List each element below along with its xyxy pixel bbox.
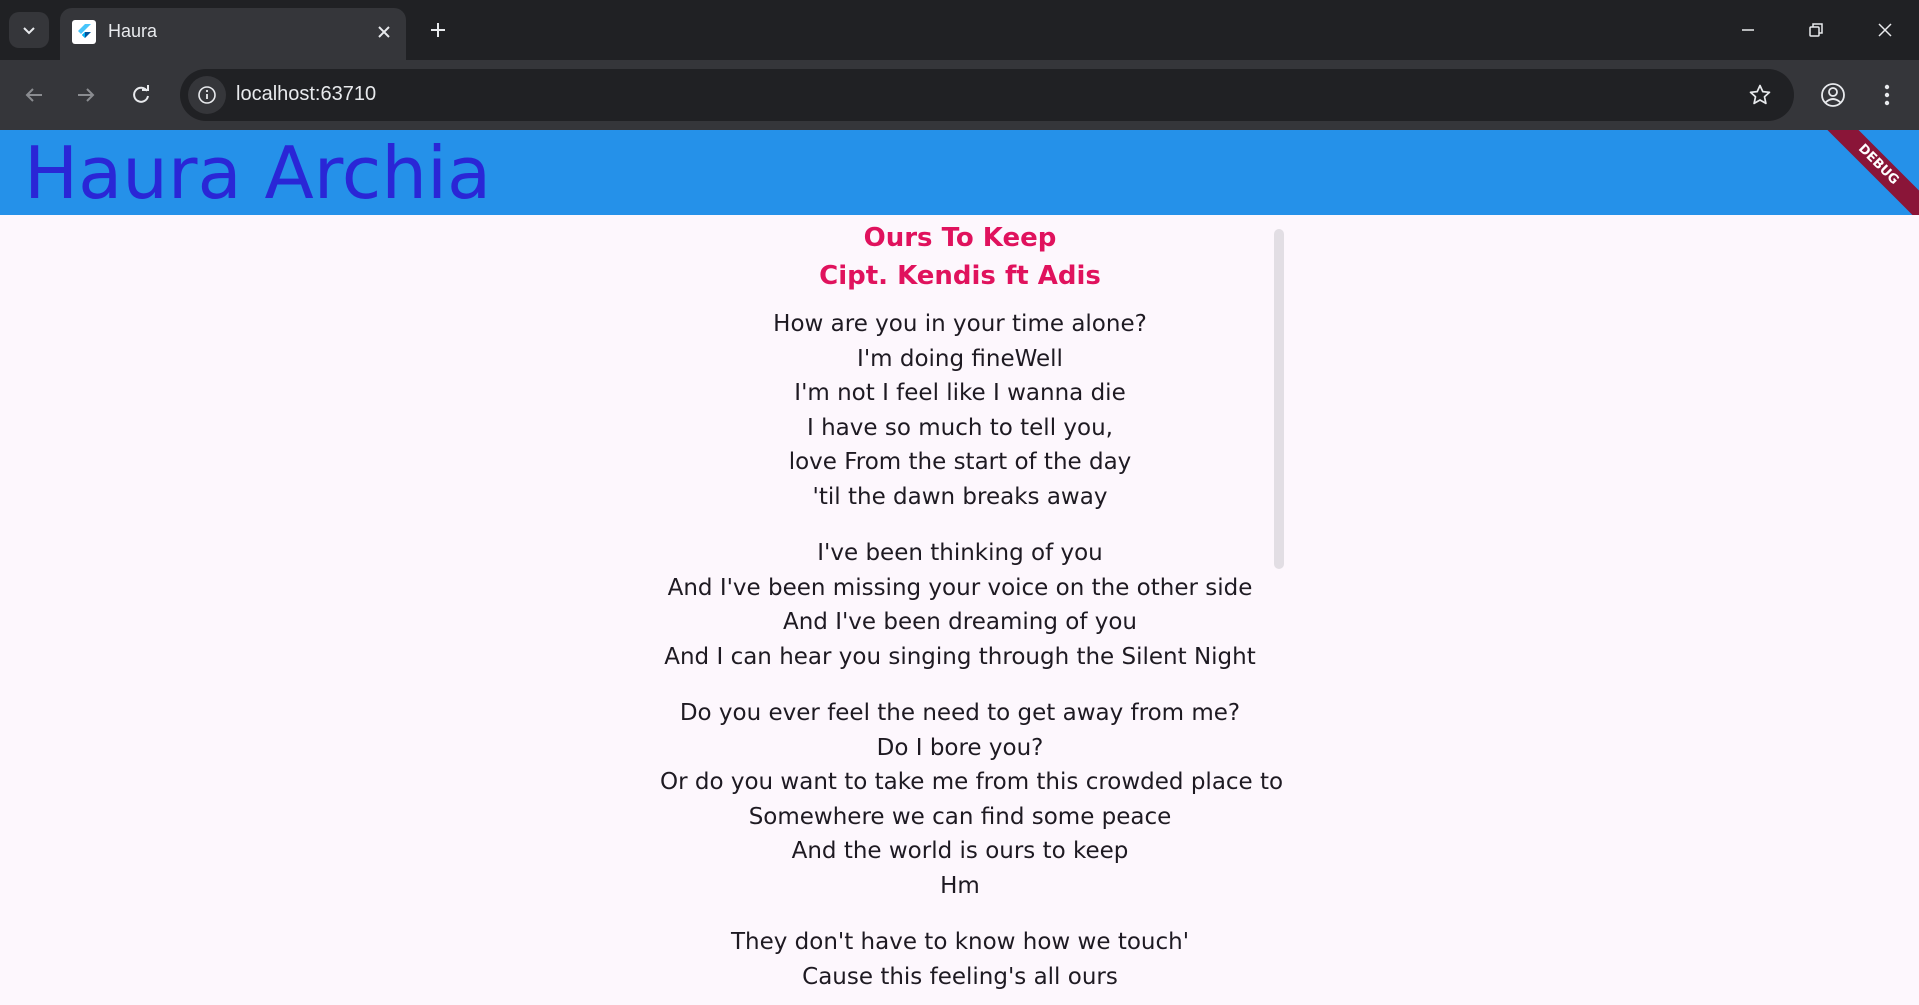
flutter-icon <box>72 20 96 44</box>
close-icon <box>1878 23 1892 37</box>
app-title: Haura Archia <box>24 131 492 215</box>
url-text[interactable]: localhost:63710 <box>236 83 376 106</box>
profile-button[interactable] <box>1813 75 1853 115</box>
restore-icon <box>1809 23 1823 37</box>
scrollbar-thumb[interactable] <box>1274 229 1284 569</box>
lyric-line: I'm not I feel like I wanna die <box>794 380 1126 406</box>
lyric-line: And I've been dreaming of you <box>782 609 1137 635</box>
lyric-line: Hm <box>940 872 980 899</box>
lyrics-stanza: I've been thinking of you And I've been m… <box>660 536 1260 674</box>
lyric-line: love From the start of the day <box>788 449 1132 475</box>
star-icon <box>1749 84 1771 105</box>
lyric-line: And I've been missing your voice on the … <box>667 574 1253 601</box>
debug-banner: DEBUG <box>1817 130 1919 215</box>
forward-button[interactable] <box>66 75 106 115</box>
back-button[interactable] <box>14 75 54 115</box>
close-window-button[interactable] <box>1862 8 1908 52</box>
lyrics-stanza: Do you ever feel the need to get away fr… <box>660 696 1284 903</box>
lyric-line: They don't have to know how we touch' <box>730 929 1190 955</box>
song-artist: Cipt. Kendis ft Adis <box>819 261 1101 291</box>
lyrics-body: How are you in your time alone? I'm doing… <box>660 307 1284 994</box>
arrow-right-icon <box>78 88 95 102</box>
song-title: Ours To Keep <box>863 223 1057 253</box>
lyric-line: I have so much to tell you, <box>807 414 1113 441</box>
more-vertical-icon <box>1884 84 1890 106</box>
info-icon <box>198 86 216 104</box>
lyric-line: How are you in your time alone? <box>773 311 1147 337</box>
lyric-line: Do you ever feel the need to get away fr… <box>679 700 1241 726</box>
browser-toolbar: localhost:63710 <box>0 60 1919 130</box>
song-card: Ours To Keep Cipt. Kendis ft Adis How ar… <box>660 215 1284 1005</box>
bookmark-button[interactable] <box>1744 79 1776 111</box>
browser-tab[interactable]: Haura <box>60 8 406 60</box>
tab-title: Haura <box>108 21 158 41</box>
reload-button[interactable] <box>121 75 161 115</box>
lyric-line: Do I bore you? <box>876 734 1044 761</box>
lyric-line: Or do you want to take me from this crow… <box>660 769 1284 795</box>
account-circle-icon <box>1821 83 1845 107</box>
restore-button[interactable] <box>1793 8 1839 52</box>
lyrics-scroll-view[interactable]: Ours To Keep Cipt. Kendis ft Adis How ar… <box>0 215 1919 1005</box>
lyrics-stanza: How are you in your time alone? I'm doing… <box>660 307 1260 514</box>
minimize-icon <box>1742 29 1754 31</box>
plus-icon <box>431 23 445 37</box>
browser-menu-button[interactable] <box>1867 75 1907 115</box>
new-tab-button[interactable] <box>420 12 456 48</box>
lyrics-stanza: They don't have to know how we touch' Cau… <box>660 925 1260 994</box>
lyric-line: Cause this feeling's all ours <box>802 963 1118 990</box>
tab-close-button[interactable] <box>370 18 398 46</box>
minimize-button[interactable] <box>1725 8 1771 52</box>
lyric-line: I've been thinking of you <box>817 540 1103 566</box>
close-icon <box>378 26 390 38</box>
lyric-line: And I can hear you singing through the S… <box>664 643 1256 670</box>
chevron-down-icon <box>23 27 35 35</box>
lyric-line: 'til the dawn breaks away <box>812 483 1108 510</box>
lyric-line: Somewhere we can find some peace <box>748 803 1172 830</box>
app-bar: Haura Archia DEBUG <box>0 130 1919 215</box>
reload-icon <box>133 85 149 103</box>
browser-tab-bar: Haura <box>0 0 1919 60</box>
lyric-line: And the world is ours to keep <box>791 838 1129 864</box>
site-info-button[interactable] <box>188 76 226 114</box>
arrow-left-icon <box>25 88 42 102</box>
address-bar[interactable]: localhost:63710 <box>180 69 1794 121</box>
lyric-line: I'm doing fineWell <box>857 345 1063 372</box>
tab-search-button[interactable] <box>9 12 49 48</box>
